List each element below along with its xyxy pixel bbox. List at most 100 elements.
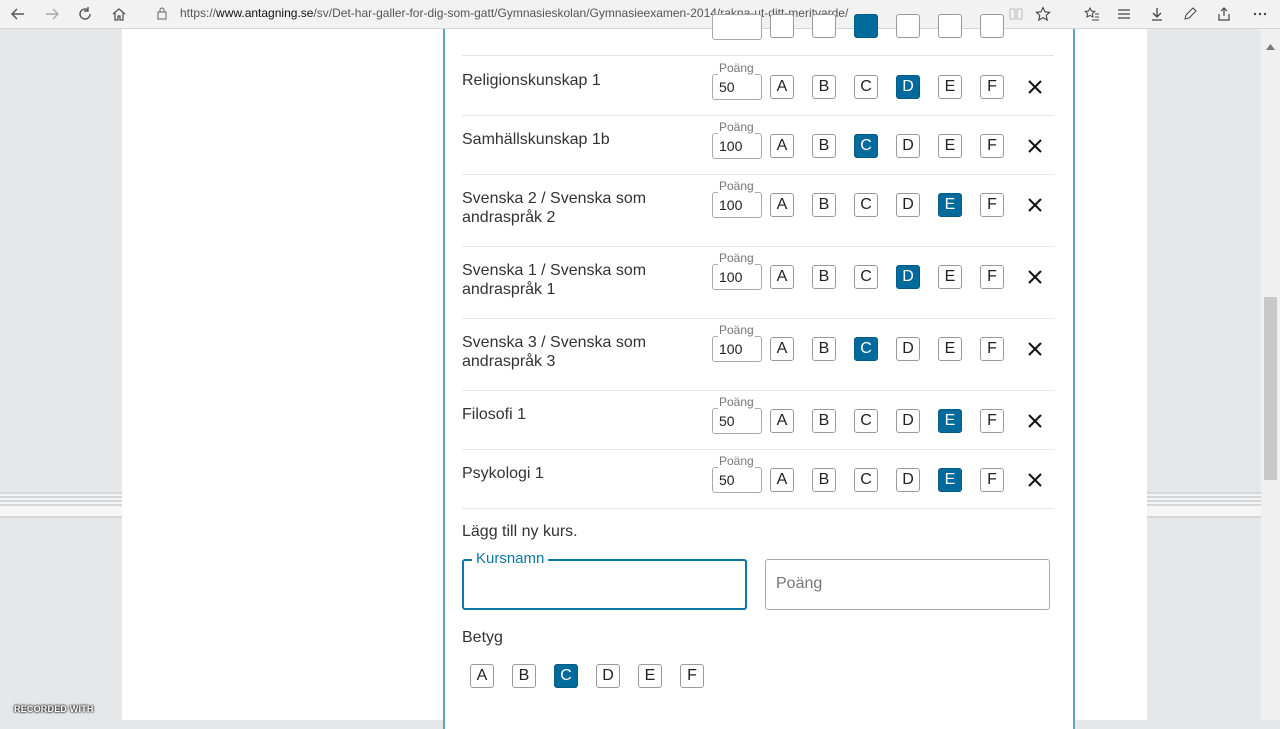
points-field[interactable] [765, 559, 1050, 610]
course-row: Samhällskunskap 1b Poäng 100 A B C D E F [462, 115, 1054, 175]
grade-button-c[interactable]: C [854, 409, 878, 433]
grade-button-a[interactable]: A [770, 409, 794, 433]
course-points-field[interactable]: Poäng 100 [712, 120, 762, 159]
new-grade-button-d[interactable]: D [596, 664, 620, 688]
home-icon[interactable] [107, 2, 131, 26]
course-points-field[interactable]: Poäng 100 [712, 323, 762, 362]
grade-button-f[interactable]: F [980, 409, 1004, 433]
remove-course-icon[interactable] [1025, 77, 1045, 97]
grade-button-e[interactable]: E [938, 468, 962, 492]
grade-button-c[interactable]: C [854, 75, 878, 99]
remove-course-icon[interactable] [1025, 411, 1045, 431]
hub-icon[interactable] [1112, 2, 1136, 26]
share-icon[interactable] [1212, 2, 1236, 26]
grade-button-e[interactable]: E [938, 337, 962, 361]
course-name-input[interactable] [472, 564, 736, 606]
grade-button-d[interactable]: D [896, 193, 920, 217]
grade-button-d[interactable]: D [896, 75, 920, 99]
remove-course-icon[interactable] [1025, 136, 1045, 156]
pen-icon[interactable] [1178, 2, 1202, 26]
course-row: Psykologi 1 Poäng 50 A B C D E F [462, 449, 1054, 509]
scrollbar[interactable] [1261, 29, 1280, 720]
grade-button-a[interactable]: A [770, 193, 794, 217]
more-icon[interactable] [1248, 2, 1272, 26]
course-name-label: Kursnamn [472, 550, 549, 568]
points-label: Poäng [718, 251, 755, 265]
points-value[interactable]: 100 [719, 269, 742, 285]
grade-button-c[interactable]: C [854, 337, 878, 361]
course-name-field[interactable]: Kursnamn [462, 550, 747, 610]
scrollbar-thumb[interactable] [1264, 297, 1277, 480]
grade-button-e[interactable]: E [938, 265, 962, 289]
points-value[interactable]: 50 [719, 413, 735, 429]
new-grade-button-e[interactable]: E [638, 664, 662, 688]
grade-button-b[interactable]: B [812, 409, 836, 433]
grade-button-a[interactable] [770, 14, 794, 38]
new-grade-button-c[interactable]: C [554, 664, 578, 688]
grade-button-b[interactable]: B [812, 134, 836, 158]
grade-button-f[interactable]: F [980, 468, 1004, 492]
course-points-field[interactable] [712, 14, 762, 40]
grade-button-e[interactable] [938, 14, 962, 38]
grade-button-b[interactable]: B [812, 193, 836, 217]
grade-button-a[interactable]: A [770, 75, 794, 99]
grade-button-f[interactable]: F [980, 134, 1004, 158]
course-points-field[interactable]: Poäng 100 [712, 251, 762, 290]
scroll-up-icon[interactable] [1266, 37, 1275, 55]
grade-button-b[interactable]: B [812, 468, 836, 492]
points-input[interactable] [774, 563, 1038, 605]
grade-button-f[interactable]: F [980, 337, 1004, 361]
course-points-field[interactable]: Poäng 50 [712, 61, 762, 100]
points-value[interactable]: 100 [719, 197, 742, 213]
course-points-field[interactable]: Poäng 100 [712, 179, 762, 218]
points-value[interactable]: 50 [719, 472, 735, 488]
forward-icon[interactable] [40, 2, 64, 26]
grade-button-f[interactable] [980, 14, 1004, 38]
grade-button-a[interactable]: A [770, 265, 794, 289]
favorites-icon[interactable] [1080, 2, 1104, 26]
refresh-icon[interactable] [73, 2, 97, 26]
remove-course-icon[interactable] [1025, 470, 1045, 490]
points-label: Poäng [718, 61, 755, 75]
grade-button-a[interactable]: A [770, 337, 794, 361]
grade-button-c[interactable] [854, 14, 878, 38]
grade-button-c[interactable]: C [854, 134, 878, 158]
remove-course-icon[interactable] [1025, 195, 1045, 215]
grade-button-d[interactable]: D [896, 265, 920, 289]
grade-button-b[interactable] [812, 14, 836, 38]
course-points-field[interactable]: Poäng 50 [712, 454, 762, 493]
grade-button-f[interactable]: F [980, 265, 1004, 289]
points-value[interactable]: 100 [719, 138, 742, 154]
new-grade-button-a[interactable]: A [470, 664, 494, 688]
grade-button-f[interactable]: F [980, 75, 1004, 99]
merit-calculator-panel: Religionskunskap 1 Poäng 50 A B C D E F Samhällsk… [443, 14, 1075, 729]
grade-button-d[interactable]: D [896, 134, 920, 158]
back-icon[interactable] [6, 2, 30, 26]
grade-button-b[interactable]: B [812, 265, 836, 289]
new-grade-button-b[interactable]: B [512, 664, 536, 688]
grade-button-d[interactable]: D [896, 337, 920, 361]
grade-button-e[interactable]: E [938, 193, 962, 217]
grade-button-b[interactable]: B [812, 75, 836, 99]
grade-button-c[interactable]: C [854, 468, 878, 492]
grade-button-d[interactable] [896, 14, 920, 38]
new-grade-button-f[interactable]: F [680, 664, 704, 688]
remove-course-icon[interactable] [1025, 339, 1045, 359]
course-points-field[interactable]: Poäng 50 [712, 395, 762, 434]
grade-button-e[interactable]: E [938, 409, 962, 433]
points-value[interactable]: 50 [719, 79, 735, 95]
grade-button-e[interactable]: E [938, 134, 962, 158]
grade-button-c[interactable]: C [854, 265, 878, 289]
grade-button-b[interactable]: B [812, 337, 836, 361]
remove-course-icon[interactable] [1025, 267, 1045, 287]
course-row: Svenska 1 / Svenska som andraspråk 1 Poän… [462, 246, 1054, 319]
grade-button-a[interactable]: A [770, 468, 794, 492]
points-value[interactable]: 100 [719, 341, 742, 357]
download-icon[interactable] [1145, 2, 1169, 26]
grade-button-d[interactable]: D [896, 409, 920, 433]
grade-button-a[interactable]: A [770, 134, 794, 158]
grade-button-d[interactable]: D [896, 468, 920, 492]
grade-button-f[interactable]: F [980, 193, 1004, 217]
grade-button-c[interactable]: C [854, 193, 878, 217]
grade-button-e[interactable]: E [938, 75, 962, 99]
